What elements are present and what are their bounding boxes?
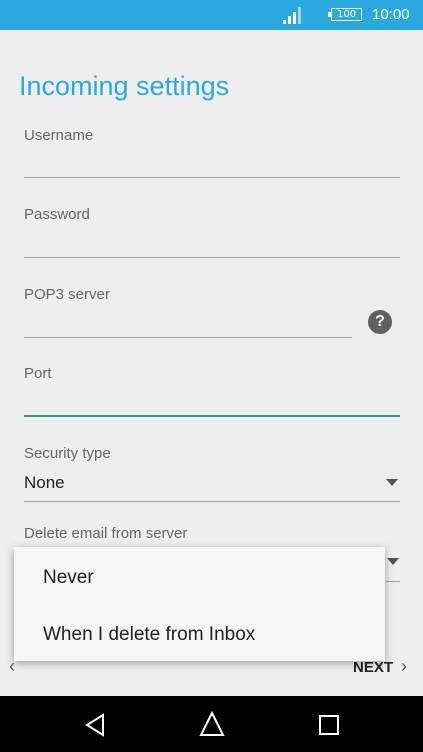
dropdown-arrow-icon[interactable] [387, 558, 399, 565]
password-label: Password [24, 206, 90, 223]
username-label: Username [24, 127, 94, 144]
next-chevron-icon[interactable]: › [401, 656, 407, 677]
status-bar: 100 10:00 [0, 0, 423, 30]
recents-icon[interactable] [319, 715, 339, 735]
delete-options-menu: Never When I delete from Inbox [14, 547, 385, 661]
dropdown-arrow-icon[interactable] [386, 479, 398, 486]
security-type-underline [24, 501, 400, 502]
page-title: Incoming settings [19, 71, 230, 101]
menu-item-when-delete-from-inbox[interactable]: When I delete from Inbox [43, 624, 255, 646]
pop3-server-label: POP3 server [24, 286, 110, 303]
port-field[interactable] [24, 415, 400, 417]
delete-email-underline [386, 581, 400, 582]
menu-item-never[interactable]: Never [43, 567, 94, 589]
signal-icon [283, 7, 301, 24]
security-type-select[interactable]: None [24, 473, 65, 493]
security-type-label: Security type [24, 445, 111, 462]
pop3-server-field[interactable] [24, 337, 352, 338]
status-time: 10:00 [372, 6, 410, 23]
password-field[interactable] [24, 257, 400, 258]
battery-icon: 100 [328, 8, 362, 21]
home-icon[interactable] [199, 711, 225, 737]
delete-email-label: Delete email from server [24, 525, 188, 542]
back-icon[interactable] [84, 713, 106, 737]
next-button[interactable]: NEXT [353, 659, 393, 676]
help-icon[interactable]: ? [368, 310, 392, 334]
system-nav-bar [0, 696, 423, 752]
username-field[interactable] [24, 177, 400, 178]
port-label: Port [24, 365, 52, 382]
